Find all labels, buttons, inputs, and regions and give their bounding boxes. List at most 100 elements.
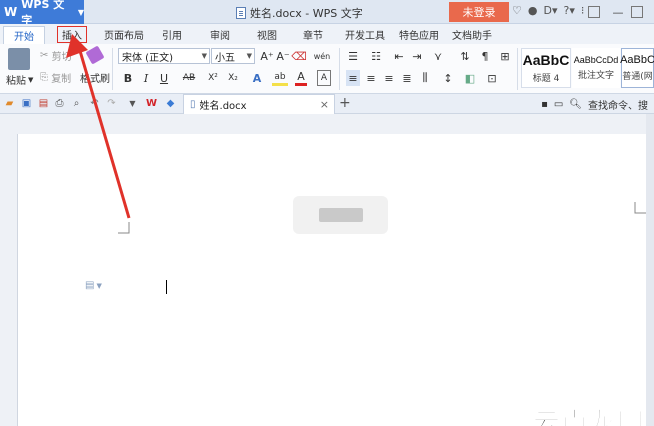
maximize-icon[interactable] [631, 6, 643, 18]
tab-insert[interactable]: 插入 [57, 26, 87, 43]
paste-icon[interactable] [8, 48, 30, 70]
blurred-header-text [293, 196, 388, 234]
document-page[interactable]: ▤ ▼ 云南龙网 [17, 134, 654, 426]
pdf-icon[interactable]: D▾ [543, 4, 557, 17]
vertical-scrollbar[interactable] [646, 114, 654, 426]
menu-icon[interactable]: ⁝ [581, 4, 585, 17]
divider [517, 48, 518, 90]
align-right-icon[interactable]: ≡ [382, 70, 396, 86]
superscript-button[interactable]: X² [205, 70, 221, 86]
cut-label: 剪切 [51, 52, 72, 63]
phonetic-guide-button[interactable]: wén [311, 48, 333, 64]
close-icon[interactable]: × [320, 98, 329, 111]
bullet-list-icon[interactable]: ☰ [345, 48, 361, 64]
font-name-select[interactable]: 宋体 (正文) ▼ [118, 48, 210, 64]
format-painter-icon[interactable] [85, 45, 105, 65]
table-border-icon[interactable]: ⊞ [498, 48, 512, 64]
style-comment-text[interactable]: AaBbCcDd 批注文字 [572, 48, 620, 88]
chinese-layout-icon[interactable]: ⋎ [430, 48, 446, 64]
print-icon[interactable]: ⎙ [53, 97, 66, 110]
document-area: ▤ ▼ 云南龙网 [0, 114, 654, 426]
app-menu-button[interactable]: W WPS 文字 ▼ [0, 0, 84, 27]
print-preview-icon[interactable]: ⌕ [70, 97, 83, 110]
line-spacing-icon[interactable]: ↕ [440, 70, 456, 86]
document-tab-label: 姓名.docx [199, 101, 247, 112]
open-folder-icon[interactable]: ▰ [3, 97, 16, 110]
align-left-icon[interactable]: ≡ [346, 70, 360, 86]
tab-view[interactable]: 视图 [252, 26, 282, 43]
show-marks-icon[interactable]: ¶ [478, 48, 492, 64]
undo-icon[interactable]: ↶ [88, 97, 101, 110]
tab-home[interactable]: 开始 [3, 26, 45, 44]
login-button[interactable]: 未登录 [449, 2, 509, 22]
screen-icon[interactable]: ▪ [541, 99, 548, 110]
subscript-button[interactable]: X₂ [225, 70, 241, 86]
style-heading-4[interactable]: AaBbC 标题 4 [521, 48, 571, 88]
tab-references[interactable]: 引用 [157, 26, 187, 43]
borders-icon[interactable]: ⊡ [485, 70, 499, 86]
clear-format-icon[interactable]: ⌫ [291, 48, 307, 64]
highlight-button[interactable]: ab [272, 70, 288, 86]
tab-developer[interactable]: 开发工具 [343, 26, 387, 43]
numbered-list-icon[interactable]: ☷ [368, 48, 384, 64]
font-size-select[interactable]: 小五 ▼ [211, 48, 255, 64]
distribute-icon[interactable]: ⫼ [418, 70, 432, 86]
copy-button[interactable]: ⎘ 复制 [40, 70, 71, 85]
align-center-icon[interactable]: ≡ [364, 70, 378, 86]
export-pdf-icon[interactable]: ▤ [37, 97, 50, 110]
quick-access-bar: ▰ ▣ ▤ ⎙ ⌕ ↶ ↷ ▼ W ◆ ▯ 姓名.docx × + ▪ ▭ 🔍︎… [0, 94, 654, 114]
skin-icon[interactable]: ♡ [512, 4, 522, 17]
cloud-docs-icon[interactable]: ◆ [164, 97, 177, 110]
paste-label: 粘贴 [6, 76, 26, 87]
document-tab[interactable]: ▯ 姓名.docx × [183, 94, 335, 114]
tab-chapter[interactable]: 章节 [298, 26, 328, 43]
decrease-indent-icon[interactable]: ⇤ [392, 48, 406, 64]
new-tab-button[interactable]: + [339, 95, 351, 111]
style-preview: AaBbCcDd [573, 55, 619, 65]
sort-icon[interactable]: ⇅ [458, 48, 472, 64]
right-tools: ▪ ▭ 🔍︎ 查找命令、搜 [541, 97, 648, 112]
search-icon[interactable]: 🔍︎ [569, 99, 582, 110]
blurred-text [318, 208, 363, 222]
shading-icon[interactable]: ◧ [463, 70, 477, 86]
tab-page-layout[interactable]: 页面布局 [100, 26, 148, 43]
info-icon[interactable]: ● [528, 4, 538, 17]
text-effect-button[interactable]: A [250, 70, 264, 86]
style-preview: AaBbC [620, 54, 654, 66]
restore-ribbon-icon[interactable] [588, 6, 600, 18]
window-title-text: 姓名.docx - WPS 文字 [250, 7, 363, 20]
minimize-icon[interactable]: — [609, 3, 627, 21]
style-preview: AaBbC [522, 52, 570, 68]
shrink-font-button[interactable]: A⁻ [276, 48, 290, 64]
chevron-down-icon: ▼ [77, 7, 84, 17]
tab-review[interactable]: 审阅 [205, 26, 235, 43]
grow-font-button[interactable]: A⁺ [260, 48, 274, 64]
redo-icon[interactable]: ↷ [105, 97, 118, 110]
search-command-button[interactable]: 查找命令、搜 [588, 97, 648, 112]
format-painter-button[interactable]: 格式刷 [80, 70, 110, 85]
help-icon[interactable]: ?▾ [563, 4, 574, 17]
tab-special-apps[interactable]: 特色应用 [397, 26, 441, 43]
chevron-down-icon: ▼ [246, 52, 252, 60]
bold-button[interactable]: B [121, 70, 135, 86]
paragraph-layout-icon[interactable]: ▤ ▼ [85, 280, 102, 291]
style-caption: 标题 4 [532, 74, 560, 84]
font-size-value: 小五 [215, 52, 235, 64]
ribbon: 粘贴 ▼ ✂ 剪切 ⎘ 复制 格式刷 宋体 (正文) ▼ 小五 ▼ A⁺ A⁻ ⌫ w… [0, 44, 654, 94]
underline-button[interactable]: U [157, 70, 171, 86]
customize-toolbar-icon[interactable]: ▼ [126, 97, 139, 110]
font-color-button[interactable]: A [295, 70, 307, 86]
increase-indent-icon[interactable]: ⇥ [410, 48, 424, 64]
tab-doc-assistant[interactable]: 文档助手 [450, 26, 494, 43]
character-border-button[interactable]: A [317, 70, 331, 86]
cut-button[interactable]: ✂ 剪切 [40, 48, 72, 63]
copy-label: 复制 [51, 74, 72, 85]
justify-icon[interactable]: ≣ [400, 70, 414, 86]
save-icon[interactable]: ▣ [20, 97, 33, 110]
wps-home-icon[interactable]: W [145, 97, 158, 110]
style-normal-web[interactable]: AaBbC 普通(网 [620, 48, 654, 88]
comment-icon[interactable]: ▭ [554, 99, 563, 110]
italic-button[interactable]: I [139, 70, 153, 86]
strikethrough-button[interactable]: AB [180, 70, 198, 86]
paste-button[interactable]: 粘贴 ▼ [6, 72, 33, 88]
